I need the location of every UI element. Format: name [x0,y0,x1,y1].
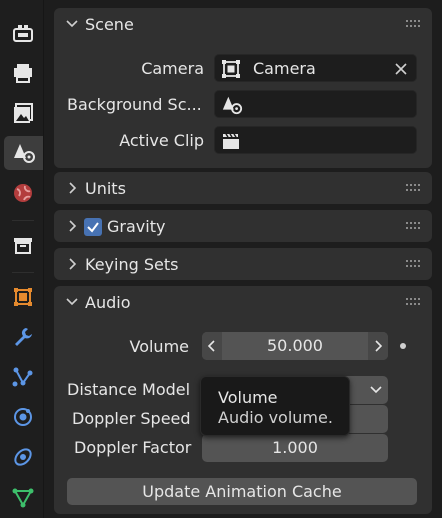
tab-scene[interactable] [4,136,43,170]
chevron-down-icon [370,386,382,394]
output-icon [14,103,33,123]
audio-panel-header[interactable]: Audio [54,286,432,318]
world-icon [14,184,32,202]
volume-slider[interactable]: 50.000 [202,332,388,360]
camera-object-icon [222,60,240,78]
panel-title: Audio [85,292,131,312]
tooltip-description: Audio volume. [218,408,333,427]
update-animation-cache-button[interactable]: Update Animation Cache [67,478,417,505]
chevron-right-icon [69,258,77,270]
tab-physics[interactable] [6,400,40,434]
background-scene-field[interactable] [214,90,417,118]
panel-title: Units [85,178,126,198]
particles-icon [12,367,33,387]
scene-panel-header[interactable]: Scene [54,8,432,40]
volume-label: Volume [129,337,189,356]
panel-title: Keying Sets [85,254,179,274]
chevron-right-icon [69,182,77,194]
volume-value: 50.000 [267,336,323,355]
active-clip-label: Active Clip [119,131,204,150]
collection-icon [14,238,32,254]
tab-output[interactable] [6,96,40,130]
properties-content: Scene Camera Camera Background Sc... Act… [44,0,442,518]
physics-icon [14,408,32,426]
keying-sets-panel: Keying Sets [54,248,432,280]
scene-icon [13,144,35,163]
object-icon [14,288,32,306]
tab-tool[interactable] [6,16,40,50]
scene-panel: Scene Camera Camera Background Sc... Act… [54,8,432,168]
tab-collection[interactable] [6,228,40,262]
doppler-speed-label: Doppler Speed [72,409,191,428]
units-panel-header[interactable]: Units [54,172,432,204]
drag-handle-icon[interactable] [406,19,422,29]
tab-constraints[interactable] [6,440,40,474]
chevron-down-icon [66,298,78,306]
active-clip-field[interactable] [214,126,417,154]
properties-tab-bar [0,0,44,518]
volume-tooltip: Volume Audio volume. [200,376,350,436]
drag-handle-icon[interactable] [406,221,422,231]
panel-title: Scene [85,14,134,34]
tool-icon [13,25,33,42]
tab-particles[interactable] [6,360,40,394]
modifier-icon [15,328,32,346]
tab-object[interactable] [6,280,40,314]
movie-clip-icon [223,133,239,149]
doppler-factor-field[interactable]: 1.000 [202,434,388,462]
doppler-factor-label: Doppler Factor [74,438,192,457]
scene-data-icon [222,96,243,115]
camera-value: Camera [253,59,316,78]
units-panel: Units [54,172,432,204]
camera-label: Camera [141,59,204,78]
keying-sets-panel-header[interactable]: Keying Sets [54,248,432,280]
panel-title: Gravity [107,216,166,236]
drag-handle-icon[interactable] [406,259,422,269]
clear-icon[interactable] [394,62,408,76]
tooltip-title: Volume [218,388,278,407]
chevron-right-icon [69,220,77,232]
volume-increment[interactable] [368,332,388,360]
gravity-checkbox[interactable] [84,218,102,236]
doppler-factor-value: 1.000 [272,438,318,457]
drag-handle-icon[interactable] [406,183,422,193]
distance-model-label: Distance Model [67,380,191,399]
chevron-down-icon [66,20,78,28]
tab-data[interactable] [6,480,40,514]
gravity-panel-header[interactable]: Gravity [54,210,432,242]
gravity-panel: Gravity [54,210,432,242]
background-scene-label: Background Sc... [67,95,202,114]
tab-modifier[interactable] [6,320,40,354]
checkmark-icon [87,222,99,233]
tab-world[interactable] [6,176,40,210]
camera-field[interactable]: Camera [214,54,417,82]
chevron-right-icon [375,340,383,352]
keyframe-dot-icon[interactable] [400,343,406,349]
constraints-icon [14,448,32,466]
data-icon [12,488,34,508]
tab-render[interactable] [6,56,40,90]
drag-handle-icon[interactable] [406,297,422,307]
render-icon [14,64,32,83]
